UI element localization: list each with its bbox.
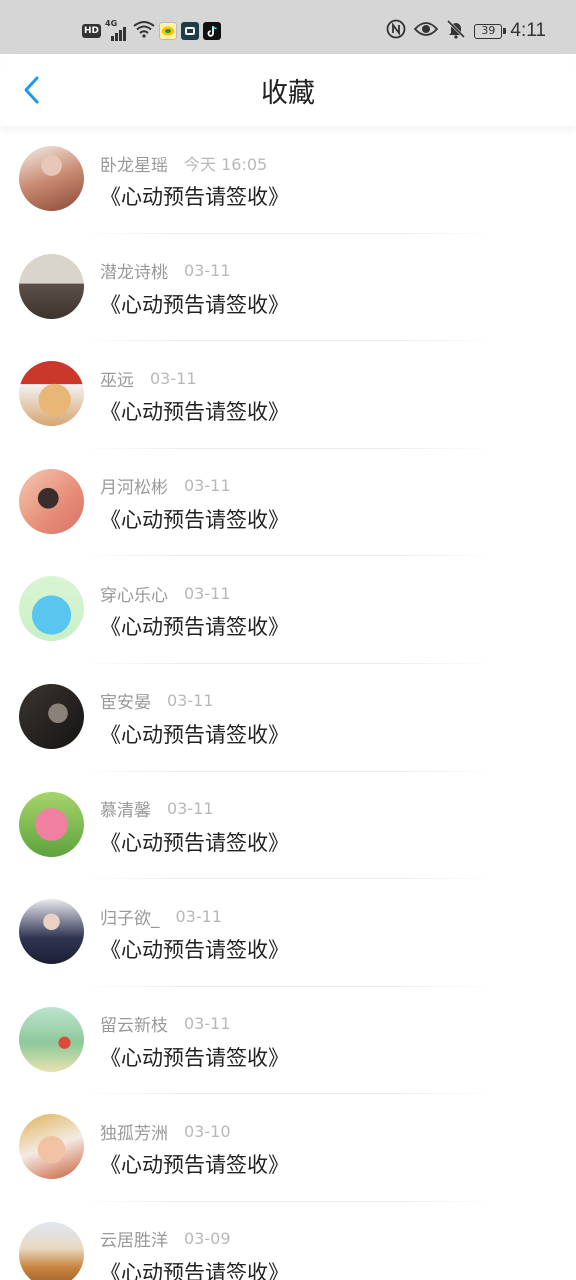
work-title[interactable]: 《心动预告请签收》 xyxy=(100,396,289,426)
avatar[interactable] xyxy=(19,468,84,534)
item-meta: 穿心乐心 03-11 xyxy=(100,581,231,606)
author-name[interactable]: 潜龙诗桃 xyxy=(100,258,168,283)
avatar[interactable] xyxy=(19,576,84,642)
work-title[interactable]: 《心动预告请签收》 xyxy=(100,181,289,211)
avatar[interactable] xyxy=(19,253,84,319)
timestamp: 03-11 xyxy=(184,261,231,281)
favorite-list-item[interactable]: 独孤芳洲 03-10 《心动预告请签收》 xyxy=(0,1094,576,1202)
timestamp: 03-11 xyxy=(167,691,214,711)
timestamp: 03-09 xyxy=(184,1229,231,1249)
item-meta: 留云新枝 03-11 xyxy=(100,1012,231,1036)
author-name[interactable]: 穿心乐心 xyxy=(100,581,168,606)
favorite-list-item[interactable]: 宦安晏 03-11 《心动预告请签收》 xyxy=(0,664,576,772)
favorite-list-item[interactable]: 巫远 03-11 《心动预告请签收》 xyxy=(0,341,576,449)
tiktok-icon xyxy=(203,22,222,40)
bell-off-icon xyxy=(446,19,466,43)
favorite-list-item[interactable]: 卧龙星瑶 今天 16:05 《心动预告请签收》 xyxy=(0,126,576,234)
timestamp: 03-10 xyxy=(184,1121,231,1141)
timestamp: 03-11 xyxy=(184,583,231,603)
avatar[interactable] xyxy=(19,791,84,857)
avatar[interactable] xyxy=(19,899,84,965)
favorite-list-item[interactable]: 潜龙诗桃 03-11 《心动预告请签收》 xyxy=(0,234,576,342)
work-title[interactable]: 《心动预告请签收》 xyxy=(100,827,289,857)
avatar[interactable] xyxy=(19,683,84,749)
title-bar: 收藏 xyxy=(0,54,576,126)
work-title[interactable]: 《心动预告请签收》 xyxy=(100,1149,289,1179)
page-title: 收藏 xyxy=(261,78,315,109)
favorite-list-item[interactable]: 云居胜洋 03-09 《心动预告请签收》 xyxy=(0,1202,576,1280)
battery-indicator: 39 xyxy=(474,23,507,39)
item-meta: 卧龙星瑶 今天 16:05 xyxy=(100,151,268,176)
author-name[interactable]: 归子欲_ xyxy=(100,904,160,929)
cellular-signal-icon: 4G xyxy=(105,19,129,41)
status-right-icons: 39 4:11 xyxy=(386,19,546,43)
wifi-icon xyxy=(133,20,155,42)
item-meta: 归子欲_ 03-11 xyxy=(100,904,223,929)
author-name[interactable]: 留云新枝 xyxy=(100,1011,168,1036)
favorite-list-item[interactable]: 慕清馨 03-11 《心动预告请签收》 xyxy=(0,772,576,880)
work-title[interactable]: 《心动预告请签收》 xyxy=(100,1042,289,1072)
author-name[interactable]: 巫远 xyxy=(100,366,134,391)
timestamp: 03-11 xyxy=(184,476,231,496)
notification-app-icon xyxy=(181,22,200,40)
work-title[interactable]: 《心动预告请签收》 xyxy=(100,1257,289,1280)
favorite-list-item[interactable]: 月河松彬 03-11 《心动预告请签收》 xyxy=(0,449,576,557)
author-name[interactable]: 卧龙星瑶 xyxy=(100,151,168,176)
work-title[interactable]: 《心动预告请签收》 xyxy=(100,719,289,749)
item-meta: 云居胜洋 03-09 xyxy=(100,1227,231,1251)
avatar[interactable] xyxy=(19,146,84,211)
status-left-icons: HD 4G xyxy=(82,19,222,42)
item-meta: 巫远 03-11 xyxy=(100,366,197,391)
timestamp: 03-11 xyxy=(175,906,223,926)
avatar[interactable] xyxy=(19,1114,84,1180)
timestamp: 03-11 xyxy=(167,799,214,819)
favorite-list-item[interactable]: 穿心乐心 03-11 《心动预告请签收》 xyxy=(0,556,576,664)
avatar[interactable] xyxy=(19,1006,84,1072)
timestamp: 03-11 xyxy=(150,368,197,388)
hd-badge: HD xyxy=(82,24,102,38)
author-name[interactable]: 宦安晏 xyxy=(100,688,151,713)
notification-app-icon xyxy=(159,22,178,40)
favorite-list-item[interactable]: 留云新枝 03-11 《心动预告请签收》 xyxy=(0,987,576,1095)
item-meta: 慕清馨 03-11 xyxy=(100,797,214,821)
item-meta: 月河松彬 03-11 xyxy=(100,474,231,498)
item-meta: 宦安晏 03-11 xyxy=(100,689,214,713)
eye-icon xyxy=(414,20,439,42)
item-meta: 潜龙诗桃 03-11 xyxy=(100,259,231,283)
work-title[interactable]: 《心动预告请签收》 xyxy=(100,289,289,319)
author-name[interactable]: 慕清馨 xyxy=(100,796,151,821)
status-time: 4:11 xyxy=(510,20,546,41)
avatar[interactable] xyxy=(19,361,84,427)
nfc-icon xyxy=(386,19,406,43)
work-title[interactable]: 《心动预告请签收》 xyxy=(100,504,289,534)
author-name[interactable]: 云居胜洋 xyxy=(100,1226,168,1251)
timestamp: 03-11 xyxy=(184,1014,231,1034)
avatar[interactable] xyxy=(19,1221,84,1280)
favorites-list: 卧龙星瑶 今天 16:05 《心动预告请签收》 潜龙诗桃 03-11 《心动预告请签收》巫… xyxy=(0,126,576,1280)
item-meta: 独孤芳洲 03-10 xyxy=(100,1119,231,1144)
author-name[interactable]: 独孤芳洲 xyxy=(100,1119,168,1144)
work-title[interactable]: 《心动预告请签收》 xyxy=(100,934,289,964)
timestamp: 今天 16:05 xyxy=(184,155,268,174)
favorite-list-item[interactable]: 归子欲_ 03-11 《心动预告请签收》 xyxy=(0,879,576,987)
author-name[interactable]: 月河松彬 xyxy=(100,473,168,498)
status-bar: HD 4G 39 4:11 xyxy=(0,0,576,54)
work-title[interactable]: 《心动预告请签收》 xyxy=(100,611,289,641)
